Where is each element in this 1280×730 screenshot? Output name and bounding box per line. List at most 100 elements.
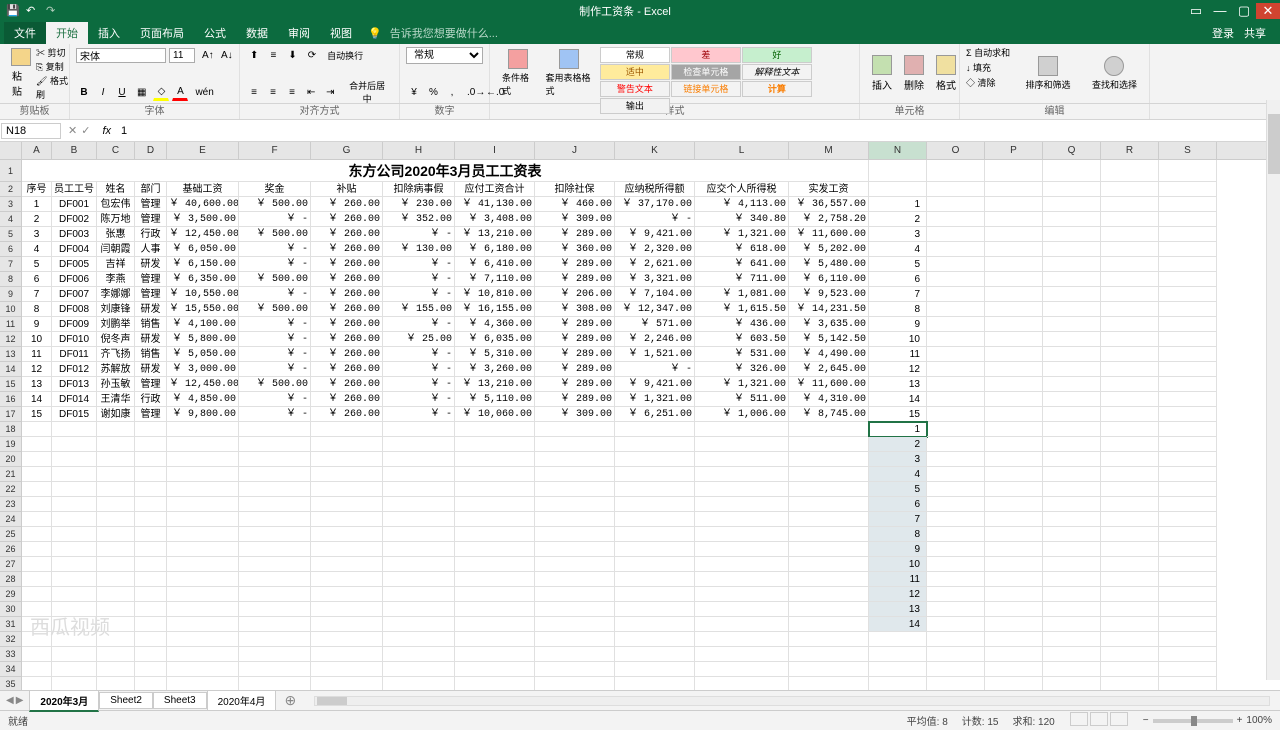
cell[interactable] [985,302,1043,317]
cell[interactable] [1043,377,1101,392]
cell[interactable]: 奖金 [239,182,311,197]
vertical-scrollbar[interactable] [1266,100,1280,680]
autosum-button[interactable]: Σ 自动求和 [966,46,1010,61]
cell[interactable] [455,647,535,662]
cell[interactable] [97,452,135,467]
cell[interactable] [52,482,97,497]
cell[interactable] [311,677,383,690]
cell[interactable] [311,422,383,437]
cell[interactable] [1159,647,1217,662]
row-header[interactable]: 7 [0,257,22,272]
cell[interactable] [927,557,985,572]
cell[interactable] [167,497,239,512]
cell[interactable]: ￥ 13,210.00 [455,377,535,392]
cell[interactable]: DF015 [52,407,97,422]
cell[interactable]: ￥ - [615,362,695,377]
cell[interactable]: ￥ 2,320.00 [615,242,695,257]
cell[interactable] [1043,242,1101,257]
cell[interactable]: ￥ 260.00 [311,392,383,407]
cell[interactable] [22,437,52,452]
cell[interactable]: 10 [869,332,927,347]
cell[interactable] [455,602,535,617]
cell[interactable] [311,587,383,602]
horizontal-scrollbar[interactable] [314,696,1270,706]
cell[interactable] [239,647,311,662]
cell[interactable]: 研发 [135,257,167,272]
col-header-Q[interactable]: Q [1043,142,1101,159]
cell[interactable]: ￥ 260.00 [311,407,383,422]
cell[interactable] [985,272,1043,287]
cell[interactable]: 14 [869,392,927,407]
cell[interactable] [167,422,239,437]
zoom-slider[interactable] [1153,719,1233,723]
cell[interactable]: ￥ 3,321.00 [615,272,695,287]
row-header[interactable]: 5 [0,227,22,242]
cell[interactable] [311,572,383,587]
cell[interactable] [869,662,927,677]
cell[interactable] [1159,212,1217,227]
cell[interactable] [1101,272,1159,287]
insert-cells-button[interactable]: 插入 [866,46,898,100]
cell[interactable] [1043,257,1101,272]
cell[interactable]: ￥ 41,130.00 [455,197,535,212]
cut-button[interactable]: ✂ 剪切 [36,46,69,60]
cell[interactable] [167,452,239,467]
cell[interactable] [1101,242,1159,257]
cell[interactable]: ￥ - [239,362,311,377]
cell[interactable] [985,197,1043,212]
cell[interactable] [1159,377,1217,392]
cell[interactable]: ￥ 6,110.00 [789,272,869,287]
cell[interactable] [239,587,311,602]
normal-view-icon[interactable] [1070,712,1088,726]
cell[interactable] [311,617,383,632]
row-header[interactable]: 21 [0,467,22,482]
cell[interactable]: 1 [869,197,927,212]
cell[interactable]: 李燕 [97,272,135,287]
cell[interactable] [695,587,789,602]
style-normal[interactable]: 常规 [600,47,670,63]
cell[interactable]: DF006 [52,272,97,287]
tab-insert[interactable]: 插入 [88,22,130,44]
cell[interactable] [1043,407,1101,422]
cell[interactable]: ￥ 4,360.00 [455,317,535,332]
cell[interactable]: DF010 [52,332,97,347]
cell[interactable] [789,542,869,557]
cell[interactable] [695,482,789,497]
cell[interactable] [927,467,985,482]
cell[interactable]: 7 [869,512,927,527]
cell[interactable] [789,662,869,677]
col-header-H[interactable]: H [383,142,455,159]
cell[interactable] [869,182,927,197]
cell[interactable] [52,572,97,587]
cell[interactable] [1043,302,1101,317]
cell[interactable] [535,632,615,647]
cell[interactable] [52,557,97,572]
cell[interactable] [1043,572,1101,587]
cell[interactable] [985,257,1043,272]
cell[interactable] [97,632,135,647]
cell[interactable] [52,647,97,662]
cell[interactable] [789,632,869,647]
cell[interactable] [97,662,135,677]
cell[interactable]: ￥ 309.00 [535,212,615,227]
cell[interactable]: 15 [22,407,52,422]
share-button[interactable]: 共享 [1244,25,1266,41]
cell[interactable]: 行政 [135,227,167,242]
cell[interactable]: ￥ 3,408.00 [455,212,535,227]
cell[interactable] [985,182,1043,197]
cell[interactable]: 序号 [22,182,52,197]
cell[interactable] [383,647,455,662]
cell[interactable]: 1 [869,422,927,437]
cell[interactable] [869,677,927,690]
cell[interactable] [1043,437,1101,452]
cell[interactable] [52,677,97,690]
cell[interactable] [927,317,985,332]
cell[interactable]: ￥ 5,480.00 [789,257,869,272]
cell[interactable]: 倪冬声 [97,332,135,347]
cell[interactable] [535,527,615,542]
cell[interactable] [789,512,869,527]
cell[interactable]: ￥ 4,113.00 [695,197,789,212]
cell[interactable] [1043,632,1101,647]
cell[interactable] [615,437,695,452]
cell[interactable] [22,557,52,572]
